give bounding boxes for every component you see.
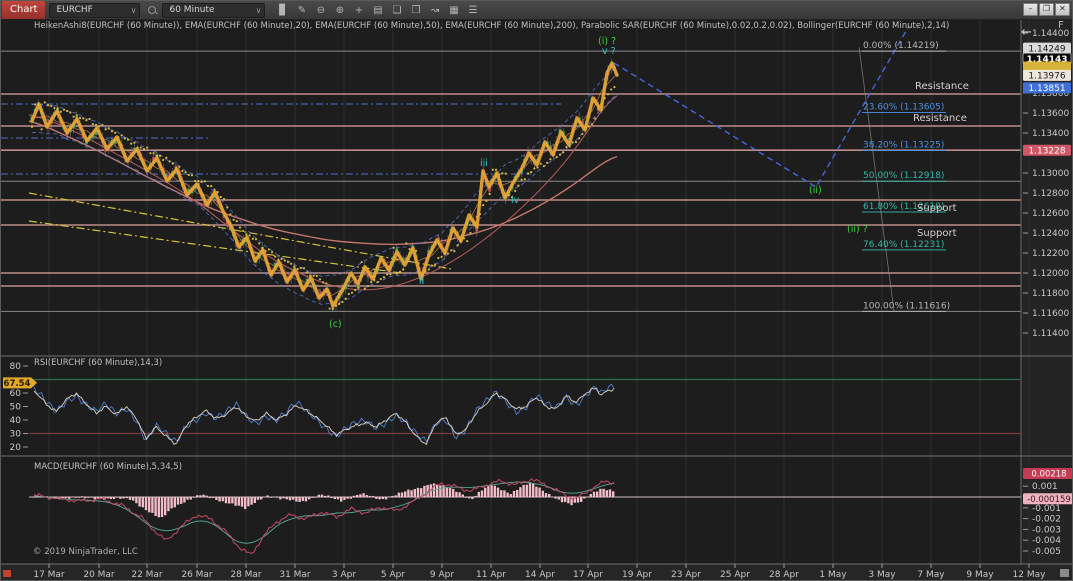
toolbar: Chart EURCHF ∨ 60 Minute ∨ ▊✎⊖⊕+▤❏❐↝▦☰ –… (1, 1, 1072, 20)
price-tick-label: 1.12200 (1032, 249, 1069, 259)
date-label: 22 Mar (131, 570, 163, 580)
date-label: 3 Apr (332, 570, 356, 580)
chart-plot-area[interactable] (29, 19, 1021, 564)
macd-tick-label: -0.002 (1032, 515, 1061, 525)
search-icon[interactable] (146, 4, 158, 16)
price-tick-label: 1.12400 (1032, 229, 1069, 239)
date-label: 9 May (966, 570, 994, 580)
price-tick-label: 1.11400 (1032, 329, 1069, 339)
price-tick-label: 1.13400 (1032, 129, 1069, 139)
rsi-tick-label: 80 (10, 362, 22, 372)
date-label: 11 Apr (476, 570, 506, 580)
toolbar-icons: ▊✎⊖⊕+▤❏❐↝▦☰ (273, 5, 482, 16)
macd-marker-label: -0.000159 (1027, 495, 1071, 505)
macd-tick-label: -0.004 (1032, 536, 1061, 546)
chart-canvas: 0.00% (1.14219)23.60% (1.13605)38.20% (1… (1, 1, 1073, 581)
price-tick-label: 1.13000 (1032, 169, 1069, 179)
rsi-tick-label: 40 (10, 416, 22, 426)
date-label: 12 May (1013, 570, 1047, 580)
price-tick-label: 1.12600 (1032, 209, 1069, 219)
draw-icon[interactable]: ✎ (292, 5, 311, 16)
axis-corner-label: F (1058, 20, 1064, 31)
date-label: 5 Apr (381, 570, 405, 580)
date-label: 25 Apr (720, 570, 750, 580)
properties-icon[interactable]: ☰ (463, 5, 482, 16)
price-marker-label: 1.13976 (1028, 72, 1065, 82)
zoom-in-icon[interactable]: ⊕ (330, 5, 349, 16)
close-button[interactable]: ✕ (1055, 3, 1070, 16)
grid-icon[interactable]: ▦ (444, 5, 463, 16)
macd-tick-label: -0.001 (1032, 504, 1061, 514)
instrument-value: EURCHF (56, 4, 92, 17)
rsi-tick-label: 50 (10, 403, 22, 413)
rsi-value-marker-label: 67.54 (4, 379, 31, 389)
macd-tick-label: -0.003 (1032, 525, 1061, 535)
copyright-label: © 2019 NinjaTrader, LLC (33, 547, 138, 557)
date-label: 7 May (917, 570, 945, 580)
date-label: 26 Mar (181, 570, 213, 580)
date-label: 9 Apr (430, 570, 454, 580)
price-marker-label: 1.13851 (1028, 84, 1065, 94)
back-arrow-icon[interactable]: ← (1021, 25, 1032, 40)
chart-style-icon[interactable]: ▊ (273, 5, 292, 16)
chevron-down-icon: ∨ (131, 4, 137, 17)
restore-button[interactable]: ❐ (1039, 3, 1054, 16)
macd-label: MACD(EURCHF (60 Minute),5,34,5) (34, 462, 182, 472)
minimize-button[interactable]: – (1023, 3, 1038, 16)
date-label: 31 Mar (279, 570, 311, 580)
magnifier-handle (155, 11, 159, 15)
interval-value: 60 Minute (169, 4, 214, 17)
price-tick-label: 1.13600 (1032, 109, 1069, 119)
instrument-selector[interactable]: EURCHF ∨ (49, 3, 140, 18)
window-controls: –❐✕ (1023, 3, 1070, 16)
price-tick-label: 1.11800 (1032, 289, 1069, 299)
chart-window: Chart EURCHF ∨ 60 Minute ∨ ▊✎⊖⊕+▤❏❐↝▦☰ –… (0, 0, 1073, 581)
price-tick-label: 1.12800 (1032, 189, 1069, 199)
date-label: 19 Apr (622, 570, 652, 580)
macd-tick-label: -0.005 (1032, 547, 1061, 557)
macd-tick-label: 0.001 (1032, 482, 1058, 492)
date-label: 3 May (868, 570, 896, 580)
price-marker-label: 1.14249 (1028, 44, 1065, 54)
date-label: 20 Mar (83, 570, 115, 580)
new-window-icon[interactable]: ❐ (406, 5, 425, 16)
date-label: 17 Apr (573, 570, 603, 580)
price-tick-label: 1.12000 (1032, 269, 1069, 279)
rsi-tick-label: 60 (10, 389, 22, 399)
date-label: 1 May (819, 570, 847, 580)
macd-marker-label: 0.00218 (1031, 470, 1066, 480)
crosshair-icon[interactable]: + (349, 5, 368, 16)
rsi-tick-label: 30 (10, 430, 22, 440)
data-box-icon[interactable]: ❏ (387, 5, 406, 16)
resize-grip[interactable] (1060, 569, 1069, 577)
zoom-out-icon[interactable]: ⊖ (311, 5, 330, 16)
indicator-label: HeikenAshi8(EURCHF (60 Minute)), EMA(EUR… (34, 21, 949, 31)
chart-tab[interactable]: Chart (2, 1, 45, 19)
connection-status-indicator (3, 570, 11, 577)
trend-channel-icon[interactable]: ↝ (425, 5, 444, 16)
date-label: 28 Apr (769, 570, 799, 580)
date-label: 17 Mar (33, 570, 65, 580)
rsi-tick-label: 20 (10, 443, 22, 453)
date-label: 14 Apr (525, 570, 555, 580)
date-label: 28 Mar (230, 570, 262, 580)
date-label: 23 Apr (671, 570, 701, 580)
interval-selector[interactable]: 60 Minute ∨ (162, 3, 265, 18)
price-tick-label: 1.11600 (1032, 309, 1069, 319)
rsi-label: RSI(EURCHF (60 Minute),14,3) (34, 358, 162, 368)
price-marker-label: 1.13228 (1028, 146, 1065, 156)
chevron-down-icon: ∨ (256, 4, 262, 17)
new-order-icon[interactable]: ▤ (368, 5, 387, 16)
